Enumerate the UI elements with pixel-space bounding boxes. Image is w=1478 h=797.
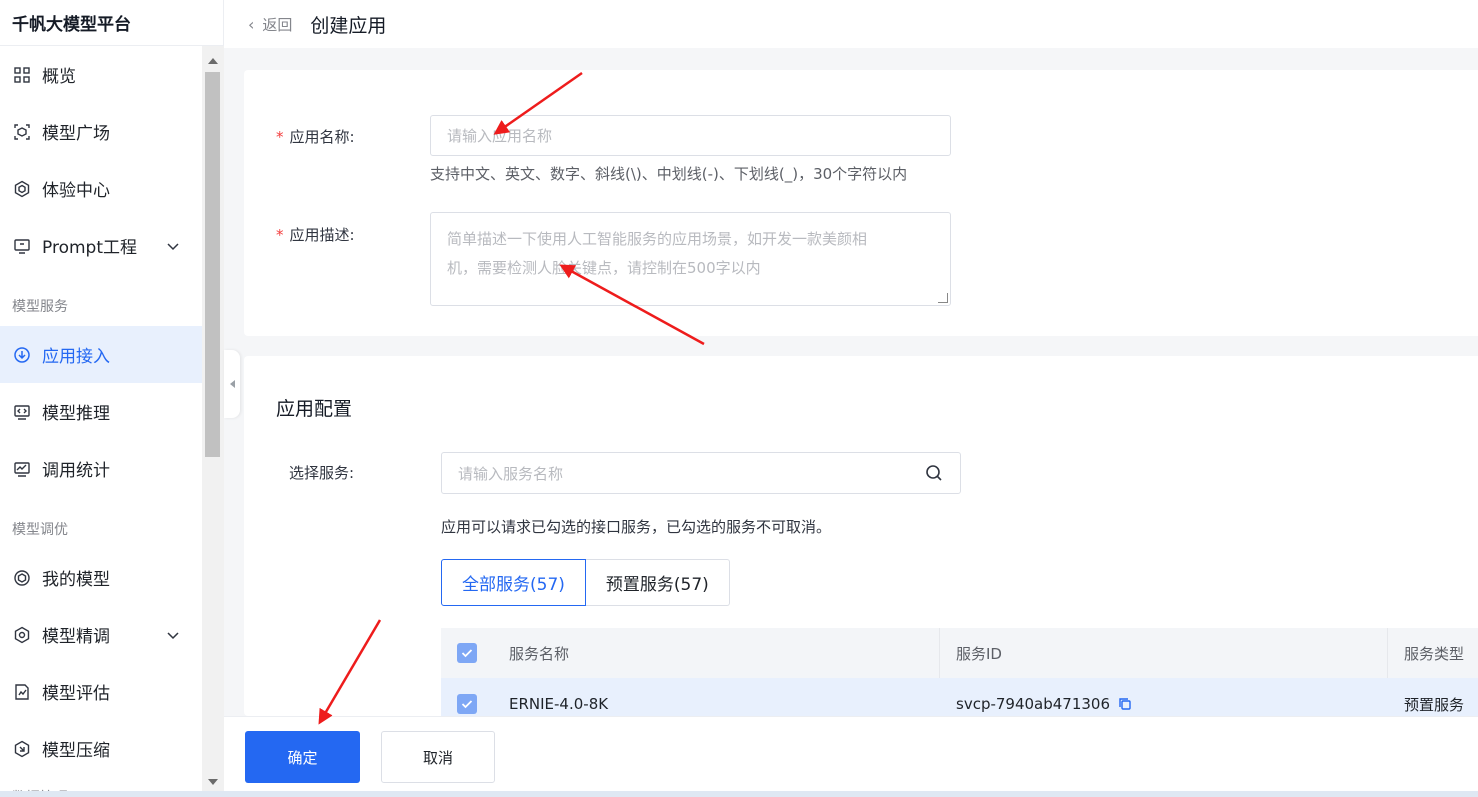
nav-group-label: 模型调优 [12,522,68,538]
app-name-label: * 应用名称: [276,126,355,147]
sidebar-item-label: 调用统计 [42,461,110,481]
back-label: 返回 [262,15,293,34]
basic-info-card: * 应用名称: 请输入应用名称 支持中文、英文、数字、斜线(\)、中划线(-)、下… [244,70,1478,336]
column-header-name: 服务名称 [509,644,570,663]
sidebar-item-overview[interactable]: 概览 [0,46,202,103]
service-name-cell: ERNIE-4.0-8K [509,695,609,713]
app-config-card: 应用配置 选择服务: 请输入服务名称 应用可以请求已勾选的接口服务，已勾选的服务… [244,356,1478,716]
service-search-placeholder: 请输入服务名称 [458,464,564,483]
tab-all-services[interactable]: 全部服务(57) [441,559,586,606]
app-desc-textarea[interactable]: 简单描述一下使用人工智能服务的应用场景，如开发一款美颜相 机，需要检测人脸关键点… [430,212,951,306]
tune-icon [12,625,32,645]
app-desc-placeholder-line1: 简单描述一下使用人工智能服务的应用场景，如开发一款美颜相 [447,230,868,248]
scroll-up-arrow-icon[interactable] [208,58,218,64]
column-header-id: 服务ID [939,628,1387,678]
chevron-down-icon [166,239,180,253]
select-all-checkbox[interactable] [457,643,477,663]
chevron-left-icon: ‹ [248,14,255,34]
page-title: 创建应用 [310,14,387,37]
hexagon-icon [12,179,32,199]
service-id-cell: svcp-7940ab471306 [939,678,1387,716]
sidebar-item-label: Prompt工程 [42,238,137,258]
sidebar-collapse-toggle[interactable] [224,350,240,418]
sidebar-item-label: 模型广场 [42,124,110,144]
sidebar-item-label: 概览 [42,67,76,87]
app-desc-label-text: 应用描述: [289,226,355,244]
sidebar-nav: 概览 模型广场 体验中心 Prompt工程 模型服务 应用接入 模型推理 调用统… [0,46,202,797]
service-type-cell: 预置服务 [1404,695,1465,714]
resize-handle-icon[interactable] [938,293,948,303]
copy-icon[interactable] [1118,697,1132,711]
scroll-down-arrow-icon[interactable] [208,779,218,785]
sidebar-item-evaluate[interactable]: 模型评估 [0,663,202,720]
app-desc-label: * 应用描述: [276,224,355,245]
sidebar-item-label: 模型评估 [42,684,110,704]
service-hint: 应用可以请求已勾选的接口服务，已勾选的服务不可取消。 [441,518,832,536]
page-header: ‹ 返回 创建应用 [224,0,1478,48]
column-header-type: 服务类型 [1387,628,1478,678]
sidebar-scrollbar[interactable] [202,46,224,797]
sidebar-item-app-access[interactable]: 应用接入 [0,326,202,383]
app-name-label-text: 应用名称: [289,128,355,146]
back-link[interactable]: ‹ 返回 [248,14,292,35]
download-circle-icon [12,345,32,365]
required-asterisk: * [276,226,284,244]
cancel-button[interactable]: 取消 [381,731,495,783]
row-checkbox[interactable] [457,694,477,714]
tab-preset-services[interactable]: 预置服务(57) [585,559,730,606]
table-row[interactable]: ERNIE-4.0-8K svcp-7940ab471306 预置服务 [441,678,1478,716]
grid-icon [12,65,32,85]
sidebar-item-statistics[interactable]: 调用统计 [0,440,202,497]
chart-monitor-icon [12,459,32,479]
table-header: 服务名称 服务ID 服务类型 [441,628,1478,678]
sidebar-item-label: 体验中心 [42,181,110,201]
app-name-input[interactable]: 请输入应用名称 [430,115,951,156]
brand-title: 千帆大模型平台 [0,0,223,46]
confirm-button[interactable]: 确定 [245,731,360,783]
app-name-placeholder: 请输入应用名称 [447,127,553,145]
bottom-strip [0,791,1478,797]
app-name-hint: 支持中文、英文、数字、斜线(\)、中划线(-)、下划线(_)，30个字符以内 [430,165,908,183]
app-desc-placeholder-line2: 机，需要检测人脸关键点，请控制在500字以内 [447,259,761,277]
sidebar-item-label: 模型压缩 [42,741,110,761]
required-asterisk: * [276,128,284,146]
cube-scan-icon [12,122,32,142]
sidebar-item-prompt[interactable]: Prompt工程 [0,217,202,274]
service-search-input[interactable]: 请输入服务名称 [441,452,961,494]
check-icon [461,649,473,658]
sidebar-item-label: 模型精调 [42,627,110,647]
model-icon [12,568,32,588]
service-tabs: 全部服务(57) 预置服务(57) [441,559,730,606]
nav-group-label: 模型服务 [12,299,68,315]
check-icon [461,700,473,709]
compress-icon [12,739,32,759]
scroll-thumb[interactable] [205,72,220,457]
section-title: 应用配置 [276,398,353,420]
sidebar-item-model-square[interactable]: 模型广场 [0,103,202,160]
sidebar-item-label: 我的模型 [42,570,110,590]
sidebar-item-fine-tune[interactable]: 模型精调 [0,606,202,663]
sidebar: 千帆大模型平台 概览 模型广场 体验中心 Prompt工程 模型服务 应用接入 … [0,0,224,797]
sidebar-item-compress[interactable]: 模型压缩 [0,720,202,777]
code-monitor-icon [12,402,32,422]
evaluate-icon [12,682,32,702]
action-footer: 确定 取消 [224,716,1478,797]
service-select-label: 选择服务: [289,464,355,482]
search-icon[interactable] [924,463,944,483]
prompt-icon [12,236,32,256]
chevron-down-icon [166,628,180,642]
service-table: 服务名称 服务ID 服务类型 ERNIE-4.0-8K svcp-7940ab4… [441,628,1478,716]
service-id-text: svcp-7940ab471306 [956,695,1111,713]
sidebar-item-experience[interactable]: 体验中心 [0,160,202,217]
sidebar-item-label: 应用接入 [42,347,110,367]
chevron-left-icon [229,380,235,388]
sidebar-item-label: 模型推理 [42,404,110,424]
sidebar-item-inference[interactable]: 模型推理 [0,383,202,440]
sidebar-item-my-models[interactable]: 我的模型 [0,549,202,606]
